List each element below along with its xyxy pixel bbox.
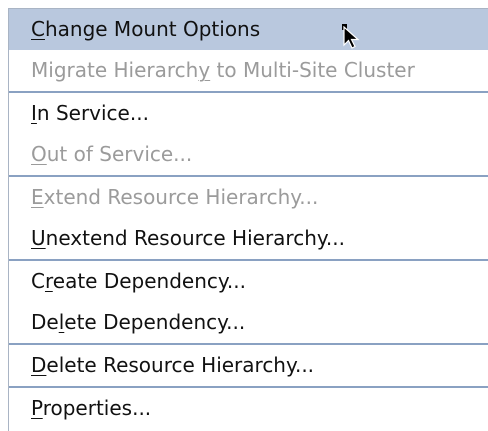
menu-item-unextend-resource-hierarchy[interactable]: Unextend Resource Hierarchy... — [9, 218, 488, 259]
menu-item-change-mount-options[interactable]: Change Mount Options — [9, 9, 488, 50]
menu-item-label: C — [31, 269, 45, 293]
menu-item-label: nextend Resource Hierarchy... — [45, 226, 345, 250]
menu-item-label: n Service... — [36, 101, 149, 125]
mnemonic: D — [31, 353, 47, 377]
menu-item-label: xtend Resource Hierarchy... — [43, 185, 319, 209]
menu-item-in-service[interactable]: In Service... — [9, 93, 488, 134]
context-menu: Change Mount Options Migrate Hierarchy t… — [8, 8, 488, 431]
mnemonic: C — [31, 17, 45, 41]
mnemonic: E — [31, 185, 44, 209]
menu-item-label: to Multi-Site Cluster — [210, 58, 415, 82]
menu-item-delete-resource-hierarchy[interactable]: Delete Resource Hierarchy... — [9, 345, 488, 386]
menu-item-create-dependency[interactable]: Create Dependency... — [9, 261, 488, 302]
cursor-tail-icon — [342, 24, 347, 30]
menu-item-out-of-service[interactable]: Out of Service... — [9, 134, 488, 175]
mnemonic: U — [31, 226, 46, 250]
menu-item-label: roperties... — [42, 396, 152, 420]
menu-item-label: De — [31, 310, 59, 334]
menu-item-label: Migrate Hierarch — [31, 58, 199, 82]
menu-item-label: ut of Service... — [46, 142, 193, 166]
menu-item-label: elete Resource Hierarchy... — [46, 353, 315, 377]
menu-item-label: hange Mount Options — [44, 17, 261, 41]
menu-item-label: ete Dependency... — [64, 310, 246, 334]
menu-item-extend-resource-hierarchy[interactable]: Extend Resource Hierarchy... — [9, 177, 488, 218]
menu-item-properties[interactable]: Properties... — [9, 388, 488, 429]
menu-item-label: eate Dependency... — [52, 269, 246, 293]
menu-item-delete-dependency[interactable]: Delete Dependency... — [9, 302, 488, 343]
menu-item-migrate-hierarchy[interactable]: Migrate Hierarchy to Multi-Site Cluster — [9, 50, 488, 91]
mnemonic: r — [44, 269, 53, 293]
mnemonic: O — [31, 142, 47, 166]
mnemonic: y — [198, 58, 211, 82]
mnemonic: P — [31, 396, 43, 420]
